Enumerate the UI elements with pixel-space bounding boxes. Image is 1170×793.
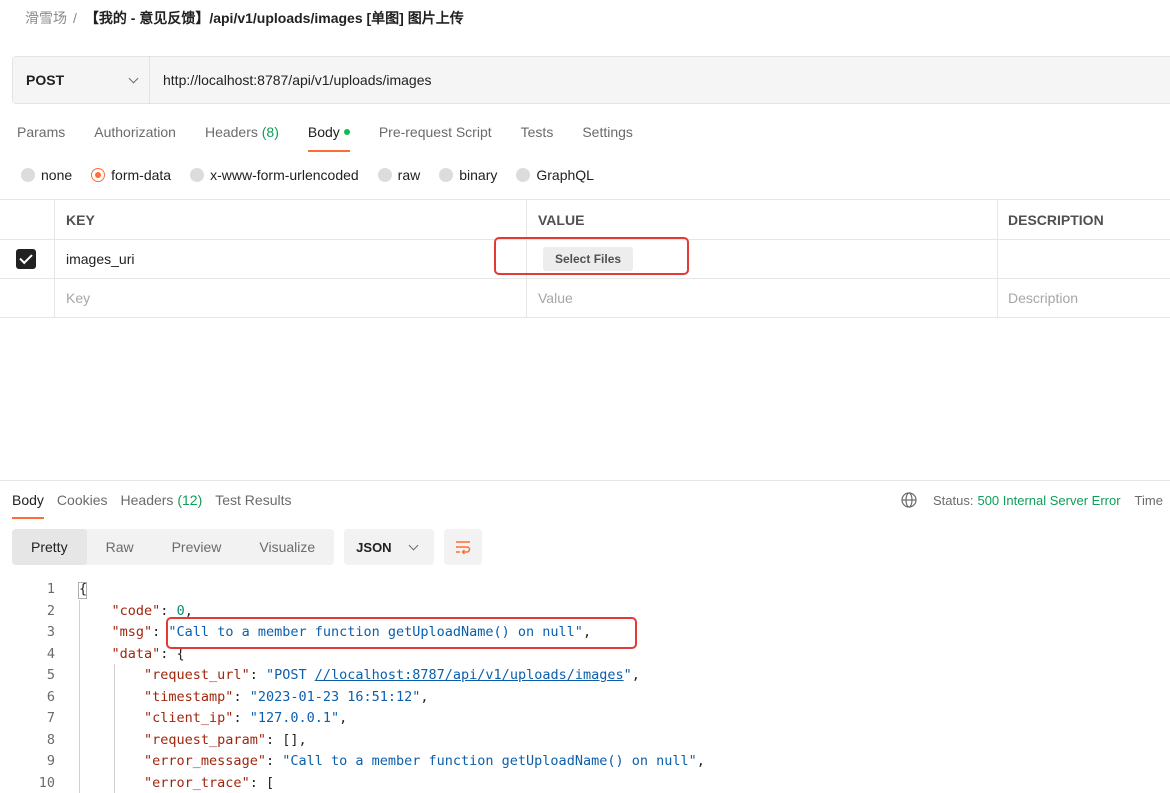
code-line: 6 "timestamp": "2023-01-23 16:51:12", xyxy=(0,687,1170,709)
line-number: 1 xyxy=(46,581,55,597)
code-text: "request_url": "POST //localhost:8787/ap… xyxy=(144,667,640,683)
table-header-row: KEY VALUE DESCRIPTION xyxy=(0,200,1170,240)
line-number: 5 xyxy=(46,667,55,683)
tab-body[interactable]: Body xyxy=(307,122,350,152)
view-pretty-button[interactable]: Pretty xyxy=(12,529,87,565)
tab-params[interactable]: Params xyxy=(17,122,65,152)
status-code[interactable]: 500 Internal Server Error xyxy=(977,493,1120,508)
line-number: 3 xyxy=(46,624,55,640)
format-select[interactable]: JSON xyxy=(344,529,435,565)
code-line: 9 "error_message": "Call to a member fun… xyxy=(0,751,1170,773)
radio-icon xyxy=(21,168,35,182)
request-bar: POST http://localhost:8787/api/v1/upload… xyxy=(12,56,1170,104)
code-text: "timestamp": "2023-01-23 16:51:12", xyxy=(144,688,429,705)
tab-pre-request-script[interactable]: Pre-request Script xyxy=(379,122,492,152)
response-headers-count: (12) xyxy=(177,492,203,508)
time-label[interactable]: Time xyxy=(1135,493,1163,508)
method-label: POST xyxy=(26,72,65,88)
body-type-options: none form-data x-www-form-urlencoded raw… xyxy=(21,165,613,185)
radio-none[interactable]: none xyxy=(21,167,72,183)
view-preview-button[interactable]: Preview xyxy=(153,529,241,565)
code-line: 8 "request_param": [], xyxy=(0,730,1170,752)
url-input[interactable]: http://localhost:8787/api/v1/uploads/ima… xyxy=(150,57,1170,103)
breadcrumb-separator: / xyxy=(73,10,77,26)
response-view-toolbar: Pretty Raw Preview Visualize JSON xyxy=(12,529,483,565)
column-header-value: VALUE xyxy=(527,200,998,239)
radio-form-data[interactable]: form-data xyxy=(91,167,171,183)
tab-cookies[interactable]: Cookies xyxy=(57,490,108,519)
radio-raw[interactable]: raw xyxy=(377,167,420,183)
radio-icon xyxy=(377,168,392,182)
wrap-lines-icon xyxy=(456,541,471,555)
description-field[interactable] xyxy=(998,240,1170,278)
tab-test-results[interactable]: Test Results xyxy=(215,490,291,519)
column-header-key: KEY xyxy=(55,200,527,239)
response-body-viewer[interactable]: 1{2 "code": 0, 3 "msg": "Call to a member… xyxy=(0,579,1170,793)
highlight-annotation-select-files xyxy=(494,237,689,275)
radio-binary[interactable]: binary xyxy=(439,167,497,183)
radio-graphql[interactable]: GraphQL xyxy=(516,167,594,183)
radio-icon xyxy=(516,168,531,182)
pane-divider[interactable] xyxy=(0,480,1170,481)
url-text: http://localhost:8787/api/v1/uploads/ima… xyxy=(163,72,432,88)
highlight-annotation-msg xyxy=(166,617,637,649)
table-row-new: Key Value Description xyxy=(0,279,1170,318)
chevron-down-icon xyxy=(128,73,139,83)
brace-match-indicator xyxy=(78,582,87,599)
row-enabled-checkbox[interactable] xyxy=(16,249,36,269)
radio-x-www-form-urlencoded[interactable]: x-www-form-urlencoded xyxy=(190,167,359,183)
line-number: 7 xyxy=(46,710,55,726)
tab-authorization[interactable]: Authorization xyxy=(94,122,176,152)
breadcrumb-collection[interactable]: 滑雪场 xyxy=(25,8,67,28)
view-mode-switcher: Pretty Raw Preview Visualize xyxy=(12,529,335,565)
radio-checked-icon xyxy=(91,168,106,182)
indent-guide xyxy=(114,664,115,793)
line-number: 6 xyxy=(46,688,55,705)
code-text: "data": { xyxy=(111,645,185,662)
radio-icon xyxy=(190,168,205,182)
line-number: 4 xyxy=(46,645,55,662)
code-line: 10 "error_trace": [ xyxy=(0,773,1170,793)
chevron-down-icon xyxy=(408,540,419,550)
response-tabs: Body Cookies Headers (12) Test Results xyxy=(12,490,304,520)
code-text: "client_ip": "127.0.0.1", xyxy=(144,710,348,726)
line-number: 2 xyxy=(46,602,55,619)
method-select[interactable]: POST xyxy=(13,57,150,103)
key-field[interactable]: images_uri xyxy=(55,240,527,278)
code-text: "error_trace": [ xyxy=(144,774,275,791)
tab-headers[interactable]: Headers (8) xyxy=(205,122,279,152)
request-title[interactable]: 【我的 - 意见反馈】/api/v1/uploads/images [单图] 图… xyxy=(85,8,464,28)
tab-tests[interactable]: Tests xyxy=(521,122,554,152)
request-tabs: Params Authorization Headers (8) Body Pr… xyxy=(17,122,662,152)
tab-response-body[interactable]: Body xyxy=(12,490,44,519)
code-line: 7 "client_ip": "127.0.0.1", xyxy=(0,708,1170,730)
globe-icon[interactable] xyxy=(901,492,917,508)
code-text: "request_param": [], xyxy=(144,731,307,748)
breadcrumb: 滑雪场 / 【我的 - 意见反馈】/api/v1/uploads/images … xyxy=(25,8,464,28)
tab-response-headers[interactable]: Headers (12) xyxy=(121,490,203,519)
view-raw-button[interactable]: Raw xyxy=(87,529,153,565)
view-visualize-button[interactable]: Visualize xyxy=(240,529,334,565)
code-line: 5 "request_url": "POST //localhost:8787/… xyxy=(0,665,1170,687)
line-number: 10 xyxy=(38,774,55,791)
code-text: "error_message": "Call to a member funct… xyxy=(144,753,705,769)
headers-count: (8) xyxy=(261,124,279,140)
radio-icon xyxy=(439,168,454,182)
body-indicator-dot xyxy=(343,129,350,136)
column-header-description: DESCRIPTION xyxy=(1008,211,1104,228)
description-input[interactable]: Description xyxy=(998,279,1170,317)
tab-settings[interactable]: Settings xyxy=(582,122,633,152)
status-label: Status: xyxy=(933,492,974,508)
code-line: 1{ xyxy=(0,579,1170,601)
line-number: 8 xyxy=(46,731,55,748)
key-input[interactable]: Key xyxy=(55,279,527,317)
response-status: Status: 500 Internal Server Error Time xyxy=(901,490,1163,510)
wrap-lines-button[interactable] xyxy=(444,529,483,565)
value-input[interactable]: Value xyxy=(527,279,998,317)
line-number: 9 xyxy=(46,753,55,769)
indent-guide xyxy=(79,600,80,793)
